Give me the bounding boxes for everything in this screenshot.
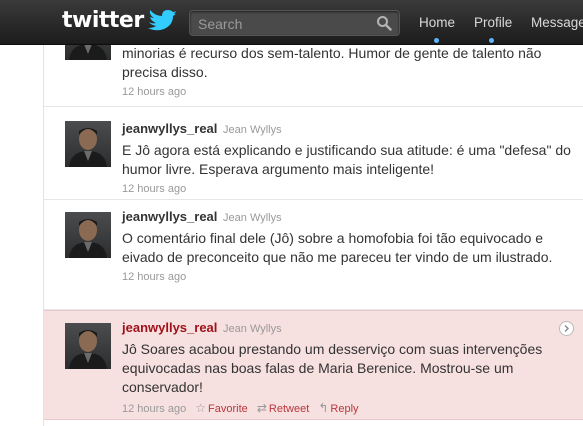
username-link[interactable]: jeanwyllys_real bbox=[122, 121, 217, 136]
nav-indicator-dot bbox=[434, 38, 439, 43]
twitter-logo[interactable]: twitter bbox=[62, 9, 176, 33]
tweet[interactable]: jeanwyllys_real Jean Wyllys O comentário… bbox=[44, 200, 583, 310]
username-link[interactable]: jeanwyllys_real bbox=[122, 209, 217, 224]
tweet-text: E Jô agora está explicando e justificand… bbox=[122, 142, 571, 177]
timestamp[interactable]: 12 hours ago bbox=[122, 403, 186, 415]
reply-action[interactable]: ↰ Reply bbox=[318, 401, 359, 415]
retweet-action[interactable]: ⇄ Retweet bbox=[256, 401, 310, 415]
nav-profile[interactable]: Profile bbox=[474, 15, 512, 30]
logo-wordmark: twitter bbox=[62, 8, 144, 33]
nav-indicator-dot bbox=[489, 38, 494, 43]
timestamp[interactable]: 12 hours ago bbox=[122, 86, 577, 98]
tweet-options-button[interactable] bbox=[559, 321, 574, 336]
chevron-right-icon bbox=[564, 325, 569, 332]
avatar-photo bbox=[69, 128, 107, 167]
nav-home[interactable]: Home bbox=[419, 15, 455, 30]
tweet[interactable]: jeanwyllys_real Jean Wyllys E Jô agora e… bbox=[44, 107, 583, 200]
tweet-highlighted[interactable]: jeanwyllys_real Jean Wyllys Jô Soares ac… bbox=[44, 310, 583, 420]
real-name: Jean Wyllys bbox=[223, 212, 282, 224]
real-name: Jean Wyllys bbox=[223, 124, 282, 136]
retweet-label: Retweet bbox=[268, 403, 310, 415]
search-icon[interactable] bbox=[376, 15, 392, 31]
avatar-photo bbox=[69, 219, 107, 258]
retweet-icon: ⇄ bbox=[256, 401, 267, 415]
avatar[interactable] bbox=[65, 212, 111, 258]
favorite-label: Favorite bbox=[208, 403, 248, 415]
tweet-text: minorias é recurso dos sem-talento. Humo… bbox=[122, 45, 542, 80]
tweet-text: Jô Soares acabou prestando um desserviço… bbox=[122, 341, 543, 395]
reply-icon: ↰ bbox=[318, 401, 329, 415]
favorite-action[interactable]: ☆ Favorite bbox=[195, 401, 248, 415]
timeline: minorias é recurso dos sem-talento. Humo… bbox=[43, 0, 583, 426]
real-name: Jean Wyllys bbox=[223, 323, 282, 335]
avatar[interactable] bbox=[65, 323, 111, 369]
search-input[interactable] bbox=[196, 14, 370, 34]
search-box[interactable] bbox=[189, 10, 400, 36]
username-link[interactable]: jeanwyllys_real bbox=[122, 320, 217, 335]
timestamp[interactable]: 12 hours ago bbox=[122, 183, 577, 195]
reply-label: Reply bbox=[330, 403, 359, 415]
star-icon: ☆ bbox=[195, 401, 207, 415]
tweet-text: O comentário final dele (Jô) sobre a hom… bbox=[122, 230, 553, 265]
top-bar: twitter Home Profile Messages bbox=[0, 0, 583, 45]
bird-icon bbox=[147, 10, 176, 31]
avatar-photo bbox=[69, 330, 107, 369]
nav-messages[interactable]: Messages bbox=[531, 15, 583, 30]
avatar[interactable] bbox=[65, 121, 111, 167]
timestamp[interactable]: 12 hours ago bbox=[122, 271, 577, 283]
